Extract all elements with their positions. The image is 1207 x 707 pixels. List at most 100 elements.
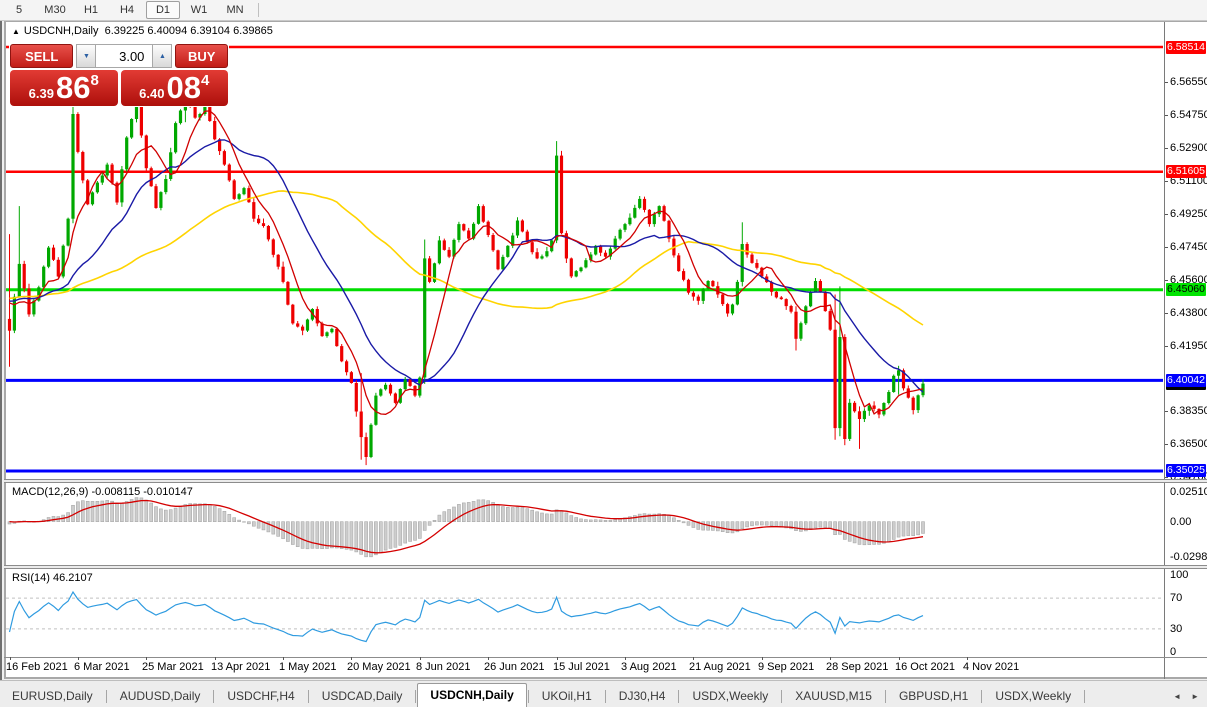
price-tick-label: 6.54750: [1170, 109, 1207, 121]
rsi-value: 46.2107: [53, 572, 93, 584]
price-tick-mark: [1165, 181, 1168, 182]
timeframe-button-M30[interactable]: M30: [38, 1, 72, 19]
chart-title-symbol: USDCNH,Daily: [24, 25, 99, 37]
date-label: 25 Mar 2021: [142, 661, 204, 673]
down-triangle-icon: ▼: [83, 53, 90, 60]
timeframe-toolbar: 5M30H1H4D1W1MN: [0, 0, 1207, 21]
tab-divider: [678, 690, 679, 703]
price-tick-label: 6.43800: [1170, 307, 1207, 319]
chart-tab-AUDUSD-Daily[interactable]: AUDUSD,Daily: [108, 686, 213, 707]
date-label: 20 May 2021: [347, 661, 411, 673]
price-tick-label: 6.41950: [1170, 340, 1207, 352]
price-tick-mark: [1165, 115, 1168, 116]
toolbar-separator: [258, 3, 259, 17]
date-tick-mark: [420, 657, 421, 660]
macd-axis-label: -0.02988: [1170, 551, 1207, 563]
price-level-label: 6.51605: [1166, 165, 1206, 178]
chart-window: [4, 20, 1207, 679]
price-level-label: 6.35025: [1166, 464, 1206, 477]
price-tick-label: 6.56550: [1170, 76, 1207, 88]
chart-title-ohlc: 6.39225 6.40094 6.39104 6.39865: [105, 25, 273, 37]
price-tick-mark: [1165, 477, 1168, 478]
date-label: 4 Nov 2021: [963, 661, 1019, 673]
timeframe-button-W1[interactable]: W1: [182, 1, 216, 19]
timeframe-button-5[interactable]: 5: [2, 1, 36, 19]
trading-terminal: 5M30H1H4D1W1MN ▲ USDCNH,Daily 6.39225 6.4…: [0, 0, 1207, 707]
collapse-triangle-icon[interactable]: ▲: [12, 27, 20, 36]
macd-axis-label: 0.00: [1170, 516, 1191, 528]
chart-tab-USDCAD-Daily[interactable]: USDCAD,Daily: [310, 686, 415, 707]
price-tick-mark: [1165, 346, 1168, 347]
rsi-indicator-label: RSI(14) 46.2107: [12, 572, 93, 584]
price-tick-label: 6.52900: [1170, 142, 1207, 154]
pane-splitter[interactable]: [4, 565, 1207, 569]
timeframe-button-MN[interactable]: MN: [218, 1, 252, 19]
one-click-trading-widget: SELL ▼ ▲ BUY 6.39 86 8 6.40 08 4: [9, 43, 229, 107]
date-label: 1 May 2021: [279, 661, 336, 673]
price-tick-mark: [1165, 82, 1168, 83]
sell-price-sup: 8: [90, 72, 98, 89]
volume-decrease-button[interactable]: ▼: [76, 44, 96, 68]
volume-increase-button[interactable]: ▲: [152, 44, 172, 68]
sell-price-big: 86: [56, 70, 90, 106]
price-tick-label: 6.38350: [1170, 405, 1207, 417]
date-label: 13 Apr 2021: [211, 661, 270, 673]
chart-tab-USDX-Weekly[interactable]: USDX,Weekly: [983, 686, 1083, 707]
date-tick-mark: [762, 657, 763, 660]
tab-divider: [308, 690, 309, 703]
date-tick-mark: [830, 657, 831, 660]
buy-price-big: 08: [166, 70, 200, 106]
date-label: 26 Jun 2021: [484, 661, 545, 673]
tab-divider: [106, 690, 107, 703]
tab-scroll-right-icon[interactable]: ►: [1191, 692, 1199, 701]
date-tick-mark: [625, 657, 626, 660]
price-tick-label: 6.36500: [1170, 438, 1207, 450]
price-tick-mark: [1165, 214, 1168, 215]
buy-button[interactable]: BUY: [175, 44, 228, 68]
rsi-axis-label: 30: [1170, 623, 1182, 635]
tab-scroll-left-icon[interactable]: ◄: [1173, 692, 1181, 701]
sell-price-panel[interactable]: 6.39 86 8: [10, 70, 118, 106]
tab-divider: [528, 690, 529, 703]
chart-tab-DJ30-H4[interactable]: DJ30,H4: [607, 686, 678, 707]
tab-divider: [981, 690, 982, 703]
price-level-label: 6.40042: [1166, 374, 1206, 387]
rsi-name: RSI(14): [12, 572, 50, 584]
sell-price-prefix: 6.39: [29, 86, 54, 101]
tab-divider: [605, 690, 606, 703]
date-label: 28 Sep 2021: [826, 661, 888, 673]
price-tick-mark: [1165, 148, 1168, 149]
tab-divider: [885, 690, 886, 703]
timeframe-button-D1[interactable]: D1: [146, 1, 180, 19]
date-tick-mark: [10, 657, 11, 660]
chart-tab-UKOil-H1[interactable]: UKOil,H1: [530, 686, 604, 707]
chart-tab-USDX-Weekly[interactable]: USDX,Weekly: [680, 686, 780, 707]
tab-divider: [213, 690, 214, 703]
timeframe-button-H1[interactable]: H1: [74, 1, 108, 19]
date-label: 6 Mar 2021: [74, 661, 130, 673]
price-tick-mark: [1165, 411, 1168, 412]
sell-button[interactable]: SELL: [10, 44, 73, 68]
price-axis-separator: [1164, 22, 1165, 679]
date-tick-mark: [146, 657, 147, 660]
price-tick-mark: [1165, 444, 1168, 445]
date-label: 3 Aug 2021: [621, 661, 677, 673]
macd-indicator-label: MACD(12,26,9) -0.008115 -0.010147: [12, 486, 193, 498]
chart-tab-USDCHF-H4[interactable]: USDCHF,H4: [215, 686, 306, 707]
pane-splitter[interactable]: [4, 479, 1207, 483]
macd-values: -0.008115 -0.010147: [91, 486, 192, 498]
price-tick-mark: [1165, 313, 1168, 314]
rsi-axis-label: 70: [1170, 592, 1182, 604]
timeframe-button-H4[interactable]: H4: [110, 1, 144, 19]
chart-tab-USDCNH-Daily[interactable]: USDCNH,Daily: [417, 683, 526, 707]
date-label: 15 Jul 2021: [553, 661, 610, 673]
price-tick-label: 6.49250: [1170, 208, 1207, 220]
date-tick-mark: [488, 657, 489, 660]
date-tick-mark: [967, 657, 968, 660]
chart-tab-GBPUSD-H1[interactable]: GBPUSD,H1: [887, 686, 980, 707]
buy-price-panel[interactable]: 6.40 08 4: [121, 70, 229, 106]
chart-tab-XAUUSD-M15[interactable]: XAUUSD,M15: [783, 686, 884, 707]
chart-tab-EURUSD-Daily[interactable]: EURUSD,Daily: [0, 686, 105, 707]
volume-input[interactable]: [96, 44, 152, 68]
buy-price-prefix: 6.40: [139, 86, 164, 101]
